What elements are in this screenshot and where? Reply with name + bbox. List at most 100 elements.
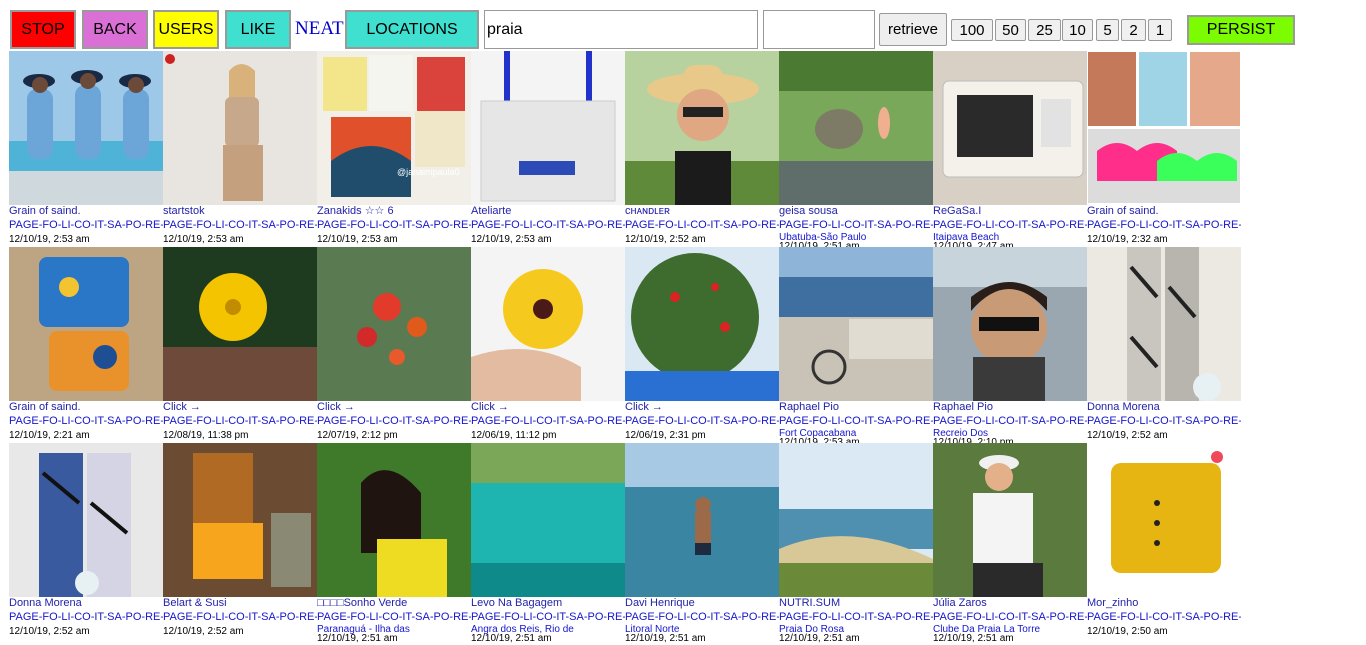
post-username-link[interactable]: Donna Morena [9, 597, 163, 610]
post-username-link[interactable]: Júlia Zaros [933, 597, 1087, 610]
post-thumbnail[interactable] [625, 247, 779, 401]
post-thumbnail[interactable] [933, 443, 1087, 597]
post-tag-link[interactable]: PAGE-FO-LI-CO-IT-SA-PO-RE- [779, 414, 933, 428]
post-thumbnail[interactable] [933, 247, 1087, 401]
back-button[interactable]: BACK [82, 10, 148, 49]
post-username-link[interactable]: Donna Morena [1087, 401, 1241, 414]
post-username-link[interactable]: Zanakids ☆☆ 6 [317, 205, 471, 218]
locations-button[interactable]: LOCATIONS [345, 10, 479, 49]
post-thumbnail[interactable] [1087, 443, 1241, 597]
post-username-link[interactable]: Raphael Pio [933, 401, 1087, 414]
post-username-link[interactable]: NUTRI.SUM [779, 597, 933, 610]
post-username-link[interactable]: Raphael Pio [779, 401, 933, 414]
post-thumbnail[interactable] [471, 51, 625, 205]
post-tag-link[interactable]: PAGE-FO-LI-CO-IT-SA-PO-RE- [163, 610, 317, 624]
count-2-button[interactable]: 2 [1121, 19, 1146, 41]
post-tag-link[interactable]: PAGE-FO-LI-CO-IT-SA-PO-RE- [163, 218, 317, 232]
post-thumbnail[interactable]: @janaimpaula0 [317, 51, 471, 205]
post-thumbnail[interactable] [317, 247, 471, 401]
post-tag-link[interactable]: PAGE-FO-LI-CO-IT-SA-PO-RE- [163, 414, 317, 428]
post-thumbnail[interactable] [779, 51, 933, 205]
count-1-button[interactable]: 1 [1148, 19, 1172, 41]
persist-button[interactable]: PERSIST [1187, 15, 1295, 45]
post-username-link[interactable]: Levo Na Bagagem [471, 597, 625, 610]
post-username-link[interactable]: Belart & Susi [163, 597, 317, 610]
post-tag-link[interactable]: PAGE-FO-LI-CO-IT-SA-PO-RE- [933, 414, 1087, 428]
post-username-link[interactable]: Grain of saind. [1087, 205, 1241, 218]
post-thumbnail[interactable] [471, 443, 625, 597]
post-thumbnail[interactable] [317, 443, 471, 597]
post-username-link[interactable]: Ateliarte [471, 205, 625, 218]
post-username-link[interactable]: Grain of saind. [9, 205, 163, 218]
post-thumbnail[interactable] [779, 247, 933, 401]
post-thumbnail[interactable] [163, 443, 317, 597]
post-timestamp: 12/10/19, 2:51 am [625, 633, 706, 644]
stop-button[interactable]: STOP [10, 10, 76, 49]
post-username-link[interactable]: Click → [317, 401, 471, 414]
post-card: Grain of saind. PAGE-FO-LI-CO-IT-SA-PO-RE… [9, 51, 163, 247]
post-thumbnail[interactable] [933, 51, 1087, 205]
post-tag-link[interactable]: PAGE-FO-LI-CO-IT-SA-PO-RE- [317, 218, 471, 232]
post-thumbnail[interactable] [9, 443, 163, 597]
post-card: Levo Na Bagagem PAGE-FO-LI-CO-IT-SA-PO-RE… [471, 443, 625, 644]
post-tag-link[interactable]: PAGE-FO-LI-CO-IT-SA-PO-RE- [933, 218, 1087, 232]
post-card: Raphael Pio PAGE-FO-LI-CO-IT-SA-PO-RE- Rec… [933, 247, 1087, 448]
post-card: Belart & Susi PAGE-FO-LI-CO-IT-SA-PO-RE- 1… [163, 443, 317, 639]
post-card: Davi Henrique PAGE-FO-LI-CO-IT-SA-PO-RE- L… [625, 443, 779, 644]
post-thumbnail[interactable] [9, 51, 163, 205]
post-thumbnail[interactable] [163, 51, 317, 205]
post-username-link[interactable]: ReGaSa.I [933, 205, 1087, 218]
post-tag-link[interactable]: PAGE-FO-LI-CO-IT-SA-PO-RE- [9, 610, 163, 624]
post-thumbnail[interactable] [625, 443, 779, 597]
post-tag-link[interactable]: PAGE-FO-LI-CO-IT-SA-PO-RE- [1087, 610, 1241, 624]
retrieve-button[interactable]: retrieve [879, 13, 947, 46]
svg-text:@janaimpaula0: @janaimpaula0 [397, 167, 460, 177]
post-tag-link[interactable]: PAGE-FO-LI-CO-IT-SA-PO-RE- [317, 610, 471, 624]
post-tag-link[interactable]: PAGE-FO-LI-CO-IT-SA-PO-RE- [625, 218, 779, 232]
post-username-link[interactable]: startstok [163, 205, 317, 218]
post-tag-link[interactable]: PAGE-FO-LI-CO-IT-SA-PO-RE- [317, 414, 471, 428]
neat-link[interactable]: NEAT [295, 18, 344, 40]
count-5-button[interactable]: 5 [1096, 19, 1119, 41]
users-button[interactable]: USERS [153, 10, 219, 49]
search-input[interactable] [484, 10, 758, 49]
post-thumbnail[interactable] [625, 51, 779, 205]
post-tag-link[interactable]: PAGE-FO-LI-CO-IT-SA-PO-RE- [1087, 414, 1241, 428]
count-100-button[interactable]: 100 [951, 19, 993, 41]
post-username-link[interactable]: Click → [471, 401, 625, 414]
post-tag-link[interactable]: PAGE-FO-LI-CO-IT-SA-PO-RE- [9, 218, 163, 232]
post-username-link[interactable]: ᴄʜᴀɴᴅʟᴇʀ [625, 205, 779, 218]
post-username-link[interactable]: Grain of saind. [9, 401, 163, 414]
post-tag-link[interactable]: PAGE-FO-LI-CO-IT-SA-PO-RE- [471, 414, 625, 428]
post-timestamp: 12/08/19, 11:38 pm [163, 430, 249, 441]
post-thumbnail[interactable] [1087, 247, 1241, 401]
post-timestamp: 12/06/19, 2:31 pm [625, 430, 706, 441]
post-thumbnail[interactable] [9, 247, 163, 401]
post-tag-link[interactable]: PAGE-FO-LI-CO-IT-SA-PO-RE- [625, 610, 779, 624]
post-tag-link[interactable]: PAGE-FO-LI-CO-IT-SA-PO-RE- [9, 414, 163, 428]
post-thumbnail[interactable] [1087, 51, 1241, 205]
post-tag-link[interactable]: PAGE-FO-LI-CO-IT-SA-PO-RE- [933, 610, 1087, 624]
post-thumbnail[interactable] [779, 443, 933, 597]
post-username-link[interactable]: geisa sousa [779, 205, 933, 218]
post-username-link[interactable]: Click → [163, 401, 317, 414]
count-50-button[interactable]: 50 [995, 19, 1026, 41]
secondary-input[interactable] [763, 10, 875, 49]
post-tag-link[interactable]: PAGE-FO-LI-CO-IT-SA-PO-RE- [779, 218, 933, 232]
count-25-button[interactable]: 25 [1028, 19, 1061, 41]
post-timestamp: 12/10/19, 2:52 am [625, 234, 706, 245]
count-10-button[interactable]: 10 [1062, 19, 1093, 41]
post-tag-link[interactable]: PAGE-FO-LI-CO-IT-SA-PO-RE- [625, 414, 779, 428]
post-tag-link[interactable]: PAGE-FO-LI-CO-IT-SA-PO-RE- [471, 610, 625, 624]
post-username-link[interactable]: Davi Henrique [625, 597, 779, 610]
post-tag-link[interactable]: PAGE-FO-LI-CO-IT-SA-PO-RE- [1087, 218, 1241, 232]
post-username-link[interactable]: Click → [625, 401, 779, 414]
post-thumbnail[interactable] [471, 247, 625, 401]
post-thumbnail[interactable] [163, 247, 317, 401]
post-username-link[interactable]: Mor_zinho [1087, 597, 1241, 610]
post-tag-link[interactable]: PAGE-FO-LI-CO-IT-SA-PO-RE- [779, 610, 933, 624]
post-tag-link[interactable]: PAGE-FO-LI-CO-IT-SA-PO-RE- [471, 218, 625, 232]
like-button[interactable]: LIKE [225, 10, 291, 49]
post-card: Grain of saind. PAGE-FO-LI-CO-IT-SA-PO-RE… [1087, 51, 1241, 247]
post-username-link[interactable]: □□□□Sonho Verde [317, 597, 471, 610]
